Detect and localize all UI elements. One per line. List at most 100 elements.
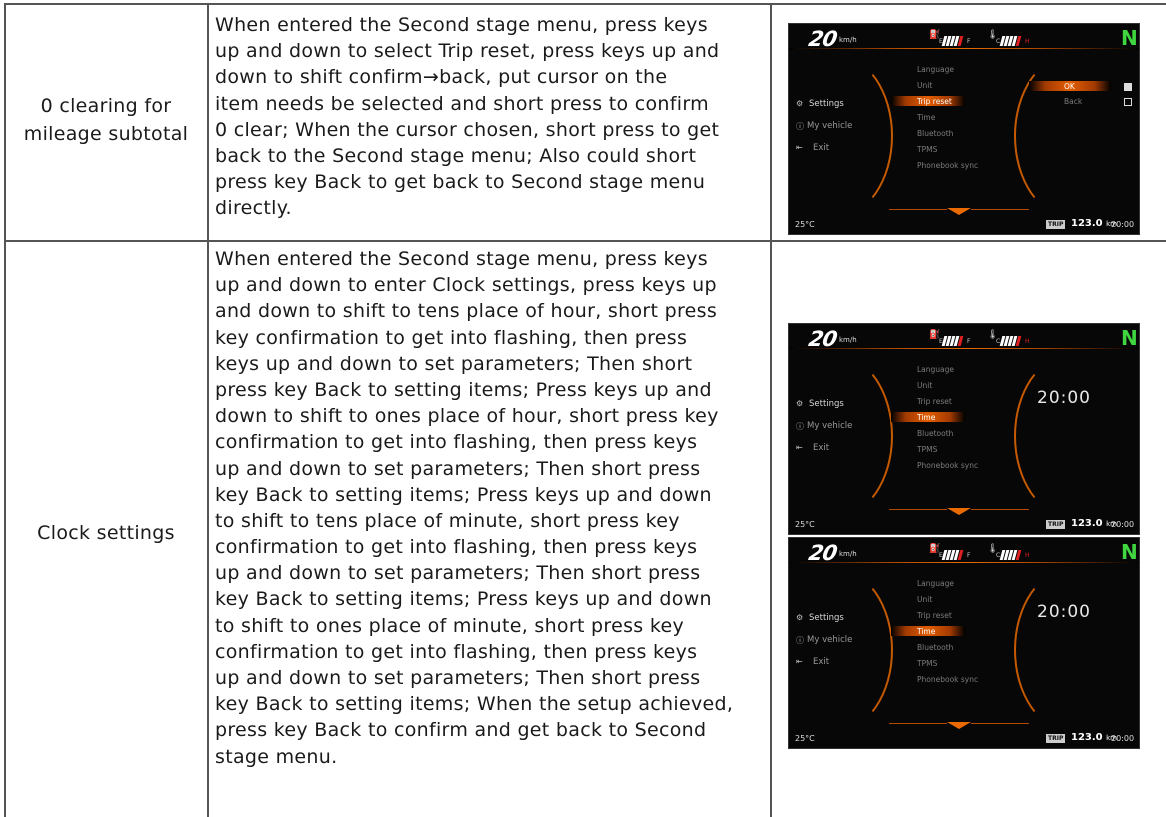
menu-item-trip-reset: Trip reset [917, 397, 952, 406]
menu-arc-right [1014, 568, 1128, 732]
row-desc-mileage: When entered the Second stage menu, pres… [215, 14, 720, 220]
menu-arc-right [1014, 54, 1128, 218]
fuel-full-label: F [967, 552, 971, 559]
gear-icon: ⚙ [796, 399, 804, 408]
dashboard-screen-trip-reset: 20 km/h ⛽ E F 🌡 C H N ⚙ Settings ⓘ My ve… [788, 23, 1140, 235]
menu-item-bluetooth: Bluetooth [917, 129, 954, 138]
table-border-top [4, 3, 1166, 5]
temp-gauge [999, 331, 1022, 346]
confirm-ok: OK [1064, 82, 1075, 91]
header-divider [789, 48, 1139, 49]
trip-badge: TRIP [1046, 734, 1066, 743]
dashboard-screen-time-1: 20 km/h ⛽ E F 🌡 C H N ⚙ Settings ⓘ My ve… [788, 323, 1140, 535]
row-title-clock: Clock settings [37, 522, 175, 544]
fuel-full-label: F [967, 338, 971, 345]
header-divider [789, 348, 1139, 349]
bottom-accent-right [971, 209, 1029, 210]
bottom-accent-right [971, 509, 1029, 510]
temp-hot-label: H [1025, 38, 1030, 45]
fuel-gauge [941, 31, 964, 46]
exit-icon: ⇤ [796, 143, 803, 152]
checkbox-empty-icon [1124, 98, 1132, 106]
menu-arc-left [789, 568, 893, 732]
exit-icon: ⇤ [796, 657, 803, 666]
row-title-mileage: 0 clearing for mileage subtotal [23, 95, 189, 145]
left-menu-exit: Exit [813, 143, 830, 153]
checkbox-checked-icon [1124, 83, 1132, 91]
time-setting-display: 20:00 [1037, 602, 1091, 622]
menu-item-phonebook: Phonebook sync [917, 675, 979, 684]
menu-item-tpms: TPMS [917, 659, 938, 668]
dashboard-screen-time-2: 20 km/h ⛽ E F 🌡 C H N ⚙ Settings ⓘ My ve… [788, 537, 1140, 749]
menu-item-unit: Unit [917, 595, 933, 604]
header-divider [789, 562, 1139, 563]
menu-item-language: Language [917, 65, 955, 74]
menu-item-language: Language [917, 365, 955, 374]
trip-badge: TRIP [1046, 220, 1066, 229]
gear-icon: ⚙ [796, 613, 804, 622]
menu-item-time: Time [917, 627, 936, 636]
left-menu-settings: Settings [809, 399, 844, 409]
chevron-down-icon [947, 508, 971, 515]
menu-arc-left [789, 54, 893, 218]
menu-item-phonebook: Phonebook sync [917, 161, 979, 170]
fuel-empty-label: E [939, 38, 943, 45]
temp-cold-label: C [996, 338, 1001, 345]
left-menu-my-vehicle: My vehicle [807, 635, 853, 645]
menu-item-trip-reset: Trip reset [917, 97, 952, 106]
fuel-full-label: F [967, 38, 971, 45]
temp-gauge [999, 545, 1022, 560]
trip-badge: TRIP [1046, 520, 1066, 529]
left-menu-exit: Exit [813, 657, 830, 667]
gear-indicator: N [1121, 26, 1138, 50]
exit-icon: ⇤ [796, 443, 803, 452]
ambient-temperature: 25°C [795, 220, 815, 229]
menu-item-bluetooth: Bluetooth [917, 643, 954, 652]
info-icon: ⓘ [796, 122, 804, 131]
speed-unit: km/h [839, 36, 857, 44]
menu-item-language: Language [917, 579, 955, 588]
bottom-accent-left [889, 209, 947, 210]
fuel-empty-label: E [939, 338, 943, 345]
ambient-temperature: 25°C [795, 734, 815, 743]
menu-item-tpms: TPMS [917, 145, 938, 154]
menu-item-unit: Unit [917, 381, 933, 390]
table-divider-1 [207, 3, 209, 817]
left-menu-settings: Settings [809, 99, 844, 109]
temp-hot-label: H [1025, 338, 1030, 345]
clock: 20:00 [1111, 734, 1135, 743]
clock: 20:00 [1111, 220, 1135, 229]
row-desc-clock: When entered the Second stage menu, pres… [215, 248, 734, 768]
menu-item-time: Time [917, 113, 936, 122]
info-icon: ⓘ [796, 422, 804, 431]
temp-hot-label: H [1025, 552, 1030, 559]
menu-item-time: Time [917, 413, 936, 422]
fuel-gauge [941, 545, 964, 560]
bottom-accent-left [889, 509, 947, 510]
gear-indicator: N [1121, 540, 1138, 564]
chevron-down-icon [947, 208, 971, 215]
speed-unit: km/h [839, 336, 857, 344]
gear-indicator: N [1121, 326, 1138, 350]
temp-gauge [999, 31, 1022, 46]
bottom-accent-left [889, 723, 947, 724]
fuel-empty-label: E [939, 552, 943, 559]
gear-icon: ⚙ [796, 99, 804, 108]
clock: 20:00 [1111, 520, 1135, 529]
menu-item-tpms: TPMS [917, 445, 938, 454]
menu-item-phonebook: Phonebook sync [917, 461, 979, 470]
menu-item-trip-reset: Trip reset [917, 611, 952, 620]
time-setting-display: 20:00 [1037, 388, 1091, 408]
left-menu-exit: Exit [813, 443, 830, 453]
fuel-gauge [941, 331, 964, 346]
temp-cold-label: C [996, 38, 1001, 45]
temp-cold-label: C [996, 552, 1001, 559]
left-menu-settings: Settings [809, 613, 844, 623]
table-divider-2 [770, 3, 772, 817]
menu-arc-right [1014, 354, 1128, 518]
chevron-down-icon [947, 722, 971, 729]
info-icon: ⓘ [796, 636, 804, 645]
menu-item-unit: Unit [917, 81, 933, 90]
bottom-accent-right [971, 723, 1029, 724]
confirm-back: Back [1064, 97, 1083, 106]
